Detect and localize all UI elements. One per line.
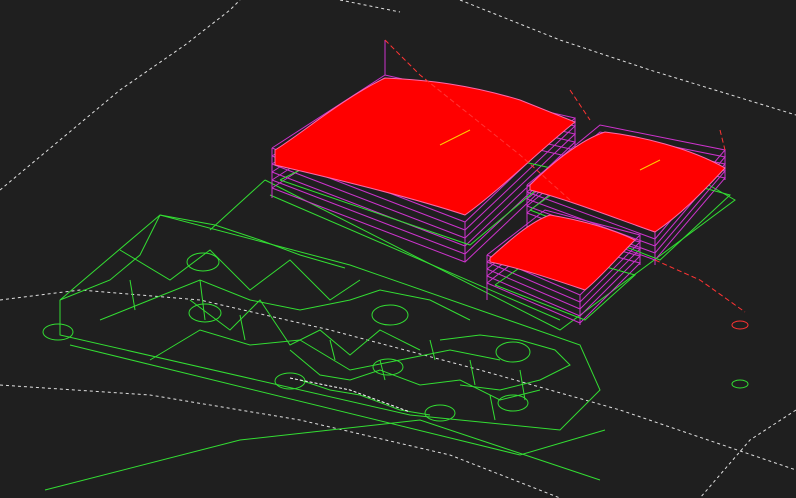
surface-patches [274, 77, 726, 291]
wire-mesh-5 [299, 379, 431, 416]
boundary-left-upper [0, 0, 241, 191]
wire-tick-1 [129, 279, 136, 311]
wire-hole-7 [424, 404, 456, 422]
wire-tick-2 [199, 279, 206, 321]
wire-ridge-d [149, 329, 501, 371]
wire-tick-7 [469, 359, 476, 386]
sheet-edge-lower [44, 419, 601, 491]
wire-mesh-2 [189, 299, 421, 356]
origin-marker-icon[interactable] [731, 320, 749, 330]
wire-tick-9 [489, 394, 496, 421]
boundary-top-a [339, 0, 401, 13]
boundary-lower [0, 384, 561, 498]
wire-tick-4 [329, 339, 336, 361]
wire-hole-8 [497, 394, 529, 412]
wire-ridge-c [99, 279, 471, 321]
viewport-canvas[interactable] [0, 0, 796, 498]
plate-left-edge [209, 179, 266, 231]
wire-hole-9 [42, 323, 74, 341]
wire-hole-3 [371, 304, 409, 326]
wire-hole-6 [274, 372, 306, 390]
surface-small [489, 214, 636, 291]
cad-3d-viewport[interactable] [0, 0, 796, 498]
wire-hole-4 [495, 341, 531, 363]
wire-mesh-1 [119, 249, 361, 301]
wire-tick-3 [239, 314, 246, 341]
wire-marker-green [731, 379, 749, 389]
